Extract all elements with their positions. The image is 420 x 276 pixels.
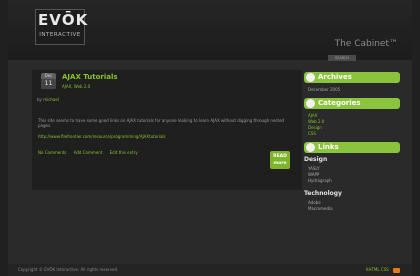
post-actions: No Comments Add Comment Edit this entry [38, 150, 144, 155]
footer-validation-links[interactable]: XHTML CSS [366, 267, 389, 272]
post-categories[interactable]: AJAX, Web 2.0 [62, 84, 90, 89]
category-item-css[interactable]: CSS [308, 131, 316, 136]
categories-title: Categories [318, 99, 361, 107]
link-item[interactable]: Hydragraph [308, 178, 332, 183]
read-more-line2: more [273, 161, 287, 166]
footer: Copyright © EVŌK Interactive. All rights… [8, 264, 412, 276]
archives-heading: Archives [304, 72, 400, 83]
post-link[interactable]: http://www.filefrontier.com/resource/pro… [38, 134, 166, 139]
post-date-day: 11 [41, 79, 56, 89]
search-button[interactable]: SEARCH [328, 55, 356, 61]
no-comments-link[interactable]: No Comments [38, 150, 66, 155]
site-title: The Cabinet™ [334, 39, 398, 49]
rss-icon[interactable] [393, 267, 400, 273]
links-group-design: Design [304, 156, 328, 163]
page: EVŌK INTERACTIVE The Cabinet™ SEARCH Dec… [8, 0, 412, 276]
post-body: This site seems to have some good links … [38, 118, 285, 128]
logo-sub-text: INTERACTIVE [39, 32, 81, 38]
categories-icon [306, 99, 315, 108]
category-item-ajax[interactable]: AJAX [308, 113, 317, 118]
post-date-badge: Dec 11 [41, 73, 56, 89]
link-item[interactable]: WAPP [308, 172, 319, 177]
post-author[interactable]: michael [43, 97, 59, 102]
category-item-web20[interactable]: Web 2.0 [308, 119, 324, 124]
links-title: Links [318, 143, 339, 151]
post-title[interactable]: AJAX Tutorials [62, 73, 118, 81]
link-item[interactable]: YASLY [308, 166, 320, 171]
main-content: Dec 11 AJAX Tutorials AJAX, Web 2.0 by m… [32, 70, 302, 190]
read-more-button[interactable]: READ more [270, 151, 290, 169]
logo-main-text: EVŌK [38, 11, 89, 29]
add-comment-link[interactable]: Add Comment [74, 150, 103, 155]
links-heading: Links [304, 142, 400, 153]
link-item[interactable]: Macromedia [308, 206, 333, 211]
link-item[interactable]: Adobe [308, 200, 321, 205]
post-author-line: by michael [37, 97, 59, 102]
site-logo[interactable]: EVŌK INTERACTIVE [35, 9, 89, 45]
footer-links: XHTML CSS [366, 266, 400, 274]
archive-item[interactable]: December 2005 [308, 87, 340, 92]
read-more-line1: READ [273, 154, 287, 159]
archives-icon [306, 73, 315, 82]
category-item-design[interactable]: Design [308, 125, 322, 130]
header: EVŌK INTERACTIVE The Cabinet™ SEARCH [8, 0, 412, 61]
archives-title: Archives [318, 73, 352, 81]
edit-entry-link[interactable]: Edit this entry [110, 150, 138, 155]
links-group-technology: Technology [304, 190, 342, 197]
links-icon [306, 143, 315, 152]
footer-copyright: Copyright © EVŌK Interactive. All rights… [18, 267, 119, 272]
categories-heading: Categories [304, 98, 400, 109]
post-by-prefix: by [37, 97, 42, 102]
